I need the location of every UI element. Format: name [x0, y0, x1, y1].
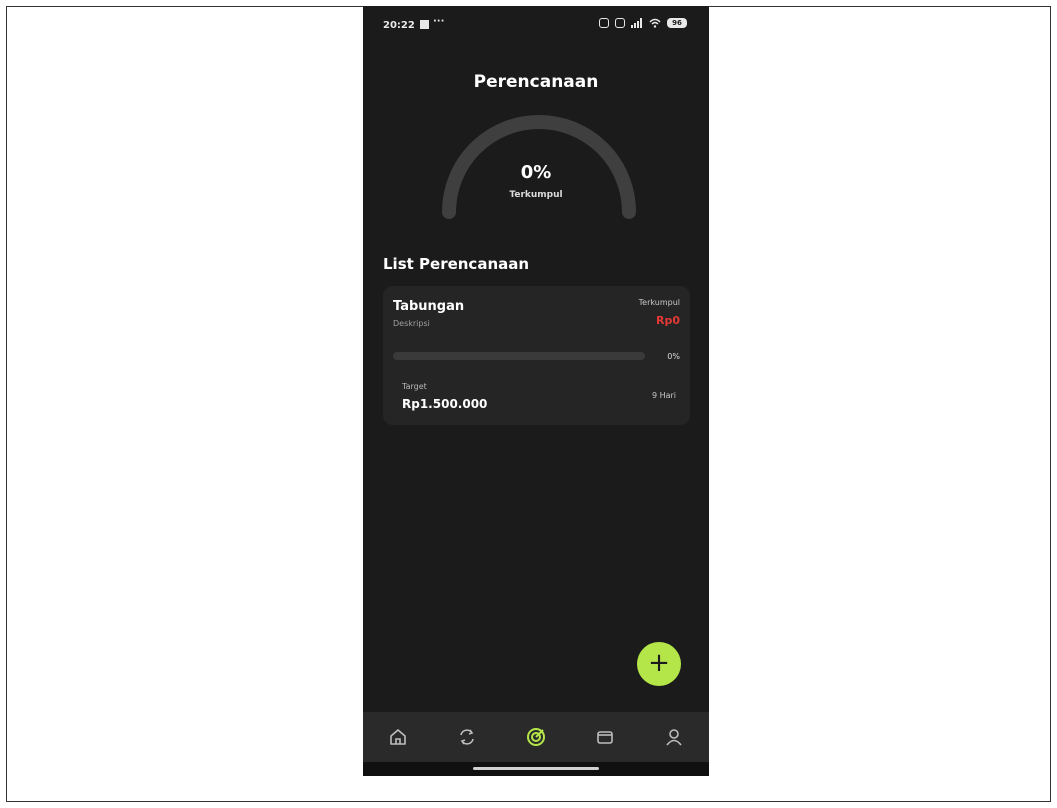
add-plan-button[interactable]: + [637, 642, 681, 686]
home-indicator [363, 762, 709, 776]
home-bar [473, 767, 599, 770]
battery-icon: 96 [667, 18, 687, 28]
notification-icon [420, 20, 429, 29]
nav-transactions[interactable] [452, 722, 482, 752]
user-icon [666, 729, 682, 746]
status-time: 20:22 [383, 20, 415, 31]
plan-card[interactable]: Tabungan Deskripsi Terkumpul Rp0 0% Targ… [383, 286, 690, 425]
network-icon [615, 18, 625, 28]
wallet-icon [597, 731, 613, 744]
plan-description: Deskripsi [393, 319, 430, 328]
refresh-icon [459, 729, 474, 745]
more-notifications-icon: ··· [433, 16, 445, 27]
home-icon [389, 729, 406, 745]
nav-wallet[interactable] [590, 722, 620, 752]
phone-screen: 20:22 ··· 96 Perencanaan 0% Terkumpul Li… [363, 6, 709, 776]
target-value: Rp1.500.000 [402, 397, 488, 411]
nav-profile[interactable] [659, 722, 689, 752]
target-icon [526, 728, 545, 746]
section-title: List Perencanaan [383, 255, 530, 273]
days-left: 9 Hari [651, 391, 676, 400]
wifi-icon [649, 18, 661, 28]
link-icon [599, 18, 609, 28]
target-label: Target [402, 382, 427, 391]
plan-progress-bar [393, 352, 645, 360]
nav-planning[interactable] [521, 722, 551, 752]
collected-value: Rp0 [656, 314, 680, 327]
gauge-label: Terkumpul [509, 190, 563, 200]
plan-title: Tabungan [393, 299, 465, 314]
collected-label: Terkumpul [638, 298, 680, 307]
page-title: Perencanaan [473, 72, 599, 92]
signal-icon [631, 18, 642, 28]
status-bar: 20:22 ··· 96 [363, 6, 709, 44]
nav-home[interactable] [383, 722, 413, 752]
bottom-nav [363, 712, 709, 762]
gauge-percent: 0% [520, 162, 552, 183]
status-icons: 96 [599, 18, 687, 28]
plan-progress-percent: 0% [667, 352, 680, 361]
